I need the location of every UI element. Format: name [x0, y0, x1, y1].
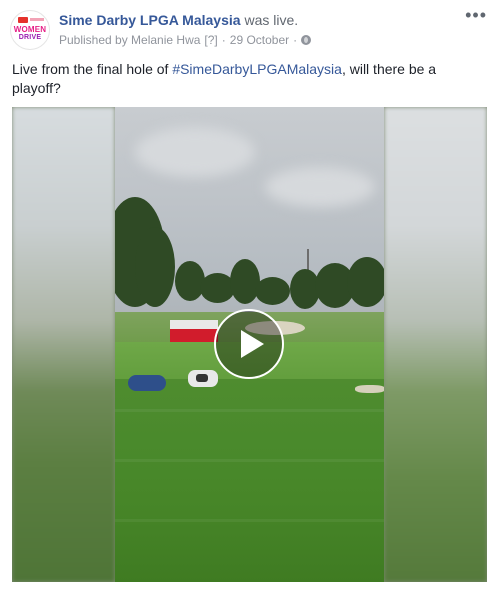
- video-blur-left: [12, 107, 115, 582]
- video-golf-bag: [188, 370, 218, 387]
- video-cloud: [265, 167, 375, 207]
- meta-separator: ·: [293, 33, 298, 47]
- facebook-post: WOMEN DRIVE Sime Darby LPGA Malaysia was…: [0, 0, 499, 593]
- avatar-text-drive: DRIVE: [18, 33, 42, 41]
- live-status-text: was live.: [244, 12, 299, 28]
- post-message: Live from the final hole of #SimeDarbyLP…: [12, 60, 482, 98]
- message-text: Live from the final hole of: [12, 61, 173, 77]
- post-date-link[interactable]: 29 October: [230, 33, 289, 47]
- video-grass: [115, 379, 384, 582]
- hashtag-link[interactable]: #SimeDarbyLPGAMalaysia: [172, 61, 342, 77]
- page-avatar[interactable]: WOMEN DRIVE: [10, 10, 50, 50]
- video-bunker: [355, 385, 384, 393]
- post-header: Sime Darby LPGA Malaysia was live.: [59, 12, 298, 28]
- video-banner: [170, 329, 218, 343]
- published-by-text: Published by Melanie Hwa: [59, 33, 201, 47]
- help-marker[interactable]: [?]: [204, 33, 217, 47]
- play-icon: [240, 330, 264, 358]
- avatar-text-women: WOMEN: [13, 24, 47, 34]
- video-cloud: [135, 127, 255, 177]
- video-blur-right: [384, 107, 487, 582]
- logo-mark-text: [30, 18, 44, 21]
- globe-icon[interactable]: [301, 35, 312, 45]
- meta-separator: ·: [221, 33, 226, 47]
- video-player[interactable]: [12, 107, 487, 582]
- video-banner-top: [170, 320, 218, 329]
- page-name-link[interactable]: Sime Darby LPGA Malaysia: [59, 12, 241, 28]
- more-options-icon[interactable]: •••: [465, 6, 487, 24]
- logo-mark: [18, 17, 28, 23]
- video-golf-bag: [128, 375, 166, 391]
- play-button[interactable]: [214, 309, 284, 379]
- post-meta: Published by Melanie Hwa [?] · 29 Octobe…: [59, 33, 312, 47]
